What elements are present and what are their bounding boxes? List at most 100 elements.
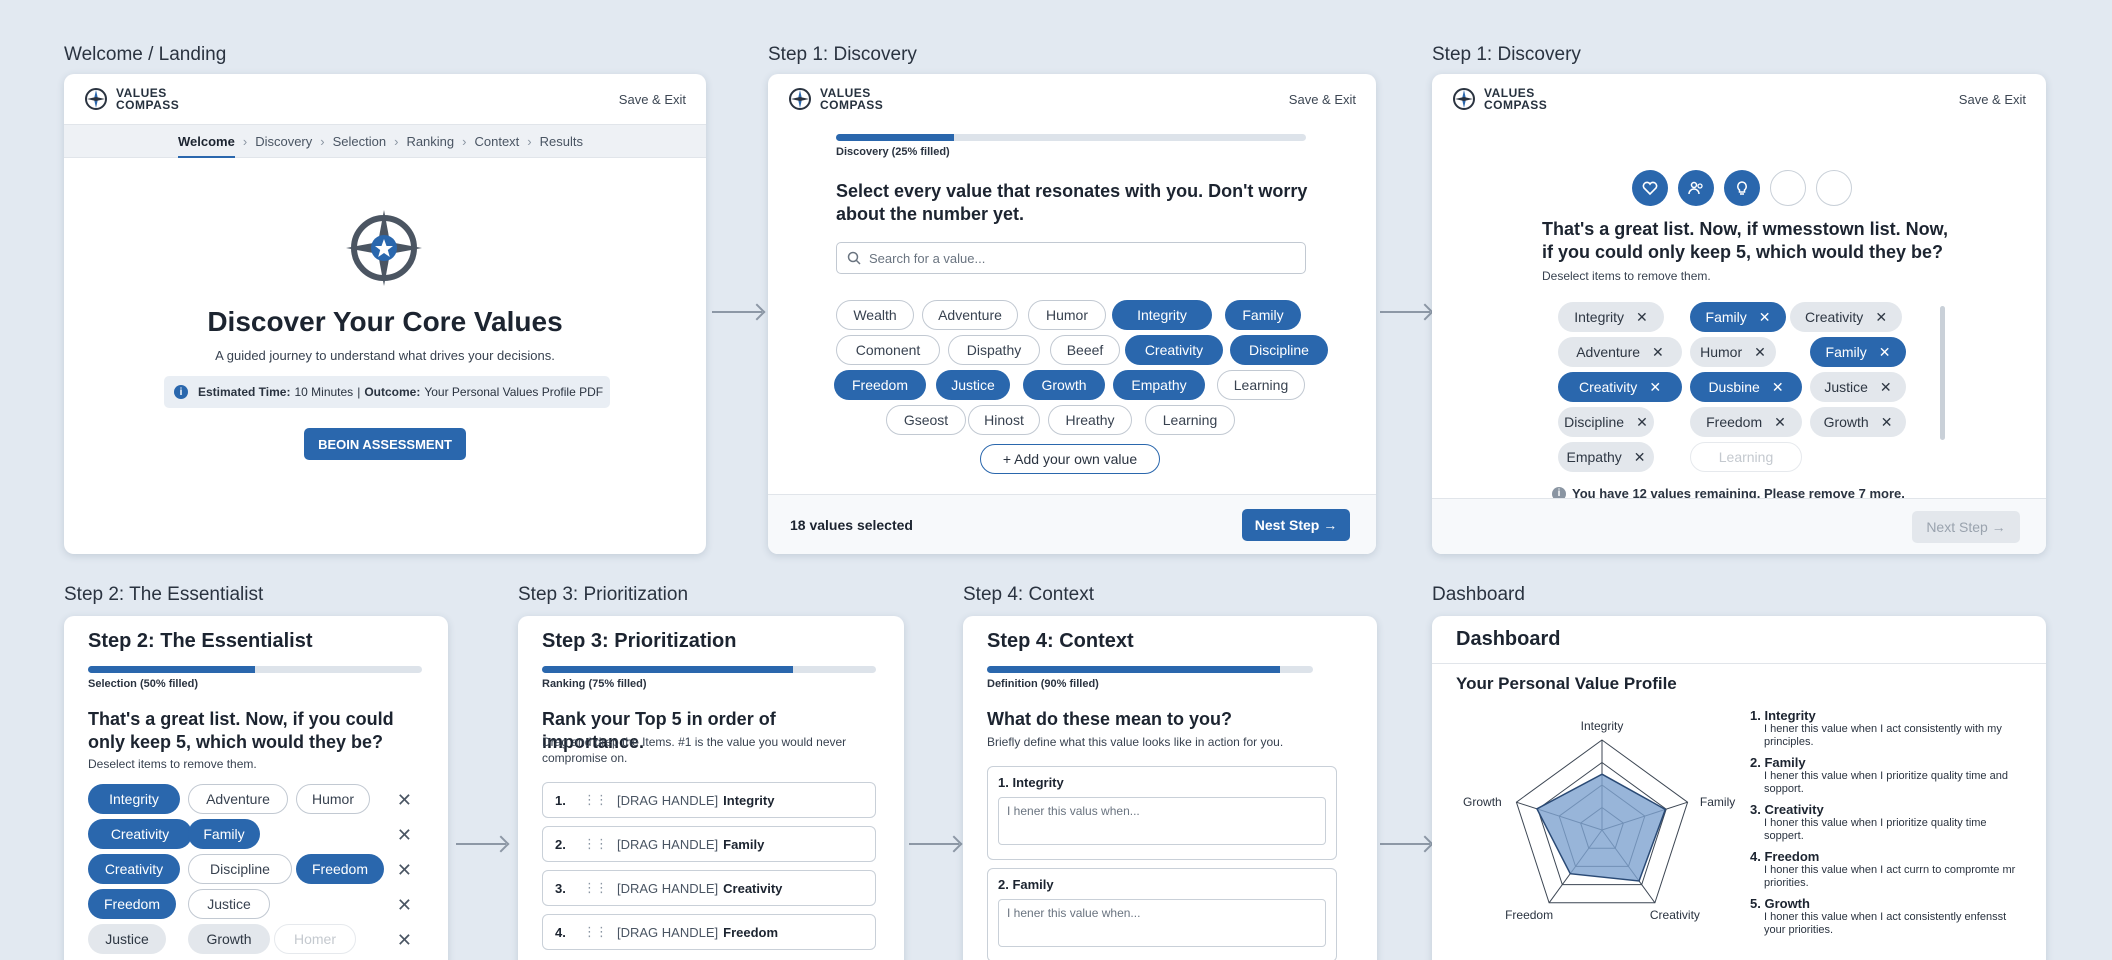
value-chip[interactable]: Family: [188, 819, 260, 849]
value-chip[interactable]: Adventure: [188, 784, 288, 814]
rank-item[interactable]: 3. ⋮⋮ [DRAG HANDLE] Creativity: [542, 870, 876, 906]
value-chip[interactable]: Hinost: [968, 405, 1040, 435]
breadcrumb-item[interactable]: Selection: [333, 134, 386, 158]
rank-item[interactable]: 1. ⋮⋮ [DRAG HANDLE] Integrity: [542, 782, 876, 818]
drag-handle-icon[interactable]: ⋮⋮: [583, 836, 608, 852]
value-chip[interactable]: Creativity: [88, 819, 192, 849]
value-chip[interactable]: Justice: [188, 889, 270, 919]
remove-icon[interactable]: ✕: [1875, 309, 1887, 326]
value-chip[interactable]: Discipline: [1230, 335, 1328, 365]
remove-icon[interactable]: ✕: [1759, 309, 1771, 326]
next-step-button[interactable]: Nest Step →: [1242, 509, 1350, 541]
remove-row-icon[interactable]: ✕: [397, 930, 412, 951]
value-chip[interactable]: Dispathy: [948, 335, 1040, 365]
value-chip[interactable]: Learning: [1145, 405, 1235, 435]
value-chip[interactable]: Humor: [1028, 300, 1106, 330]
breadcrumb-item[interactable]: Results: [540, 134, 583, 158]
save-exit-link[interactable]: Save & Exit: [1289, 92, 1356, 107]
progress-label: Discovery (25% filled): [836, 146, 950, 158]
definition-textarea[interactable]: I hener this valus when...: [998, 797, 1326, 845]
value-chip[interactable]: Family ✕: [1690, 302, 1786, 332]
value-chip[interactable]: Adventure ✕: [1558, 337, 1682, 367]
scrollbar[interactable]: [1940, 306, 1945, 440]
remove-row-icon[interactable]: ✕: [397, 895, 412, 916]
people-icon: [1678, 170, 1714, 206]
value-chip[interactable]: Creativity: [1125, 335, 1223, 365]
value-chip[interactable]: Creativity ✕: [1558, 372, 1682, 402]
value-chip[interactable]: Integrity ✕: [1558, 302, 1664, 332]
remove-icon[interactable]: ✕: [1774, 414, 1786, 431]
instructions: Deselect items to remove them.: [1542, 269, 1711, 283]
value-chip[interactable]: Adventure: [922, 300, 1018, 330]
value-chip[interactable]: Humor: [296, 784, 370, 814]
brand-logo: VALUES COMPASS: [1452, 87, 1564, 111]
card-title: Step 3: Prioritization: [542, 630, 737, 652]
search-input[interactable]: Search for a value...: [836, 242, 1306, 274]
value-chip[interactable]: Beeef: [1050, 335, 1120, 365]
value-chip[interactable]: Discipline ✕: [1558, 407, 1654, 437]
value-chip[interactable]: Justice: [88, 924, 166, 954]
begin-assessment-button[interactable]: BEOIN ASSESSMENT: [304, 428, 466, 460]
value-chip[interactable]: Freedom: [296, 854, 384, 884]
breadcrumb-item[interactable]: Context: [474, 134, 519, 158]
value-chip[interactable]: Integrity: [88, 784, 180, 814]
instructions: Briefly define what this value looks lik…: [987, 735, 1284, 749]
save-exit-link[interactable]: Save & Exit: [619, 92, 686, 107]
value-chip[interactable]: Family: [1225, 300, 1301, 330]
drag-handle-icon[interactable]: ⋮⋮: [583, 880, 608, 896]
drag-handle-icon[interactable]: ⋮⋮: [583, 792, 608, 808]
breadcrumb-item-active[interactable]: Welcome: [178, 134, 235, 158]
remove-icon[interactable]: ✕: [1652, 344, 1664, 361]
value-chip[interactable]: Humor ✕: [1690, 337, 1776, 367]
value-chip[interactable]: Dusbine ✕: [1690, 372, 1802, 402]
remove-icon[interactable]: ✕: [1634, 449, 1646, 466]
value-chip[interactable]: Justice: [936, 370, 1010, 400]
value-chip[interactable]: Justice ✕: [1810, 372, 1906, 402]
value-chip[interactable]: Hreathy: [1048, 405, 1132, 435]
value-chip[interactable]: Freedom: [88, 889, 176, 919]
remove-row-icon[interactable]: ✕: [397, 790, 412, 811]
profile-list-item: 4. Freedom I honer this value when I act …: [1750, 849, 2020, 890]
value-chip[interactable]: Growth: [188, 924, 270, 954]
remove-row-icon[interactable]: ✕: [397, 860, 412, 881]
value-chip[interactable]: Learning: [1217, 370, 1305, 400]
next-step-button-disabled[interactable]: Next Step →: [1912, 511, 2020, 543]
remove-icon[interactable]: ✕: [1636, 414, 1648, 431]
value-chip[interactable]: Growth ✕: [1810, 407, 1906, 437]
value-chip[interactable]: Gseost: [886, 405, 966, 435]
value-chip[interactable]: Wealth: [836, 300, 914, 330]
add-value-button[interactable]: + Add your own value: [980, 444, 1160, 474]
progress-label: Ranking (75% filled): [542, 678, 647, 690]
remove-icon[interactable]: ✕: [1880, 379, 1892, 396]
remove-icon[interactable]: ✕: [1772, 379, 1784, 396]
value-chip[interactable]: Freedom: [834, 370, 926, 400]
value-chip[interactable]: Discipline: [188, 854, 292, 884]
value-chip[interactable]: Empathy ✕: [1558, 442, 1654, 472]
radar-axis-label: Family: [1700, 795, 1735, 809]
value-chip[interactable]: Creativity: [88, 854, 180, 884]
value-chip[interactable]: Integrity: [1112, 300, 1212, 330]
breadcrumb-item[interactable]: Discovery: [255, 134, 312, 158]
save-exit-link[interactable]: Save & Exit: [1959, 92, 2026, 107]
value-chip[interactable]: Comonent: [836, 335, 940, 365]
breadcrumb-item[interactable]: Ranking: [406, 134, 454, 158]
value-chip[interactable]: Growth: [1023, 370, 1105, 400]
remove-icon[interactable]: ✕: [1636, 309, 1648, 326]
value-chip[interactable]: Homer: [274, 924, 356, 954]
value-chip[interactable]: Family ✕: [1810, 337, 1906, 367]
rank-item[interactable]: 2. ⋮⋮ [DRAG HANDLE] Family: [542, 826, 876, 862]
value-chip[interactable]: Freedom ✕: [1690, 407, 1802, 437]
remove-row-icon[interactable]: ✕: [397, 825, 412, 846]
definition-textarea[interactable]: I hener this value when...: [998, 899, 1326, 947]
value-chip[interactable]: Empathy: [1113, 370, 1205, 400]
value-chip[interactable]: Learning: [1690, 442, 1802, 472]
value-chip[interactable]: Creativity ✕: [1790, 302, 1902, 332]
remove-icon[interactable]: ✕: [1754, 344, 1766, 361]
remove-icon[interactable]: ✕: [1881, 414, 1893, 431]
selected-count: 18 values selected: [790, 517, 913, 533]
lightbulb-icon: [1724, 170, 1760, 206]
rank-item[interactable]: 4. ⋮⋮ [DRAG HANDLE] Freedom: [542, 914, 876, 950]
drag-handle-icon[interactable]: ⋮⋮: [583, 924, 608, 940]
remove-icon[interactable]: ✕: [1649, 379, 1661, 396]
remove-icon[interactable]: ✕: [1879, 344, 1891, 361]
